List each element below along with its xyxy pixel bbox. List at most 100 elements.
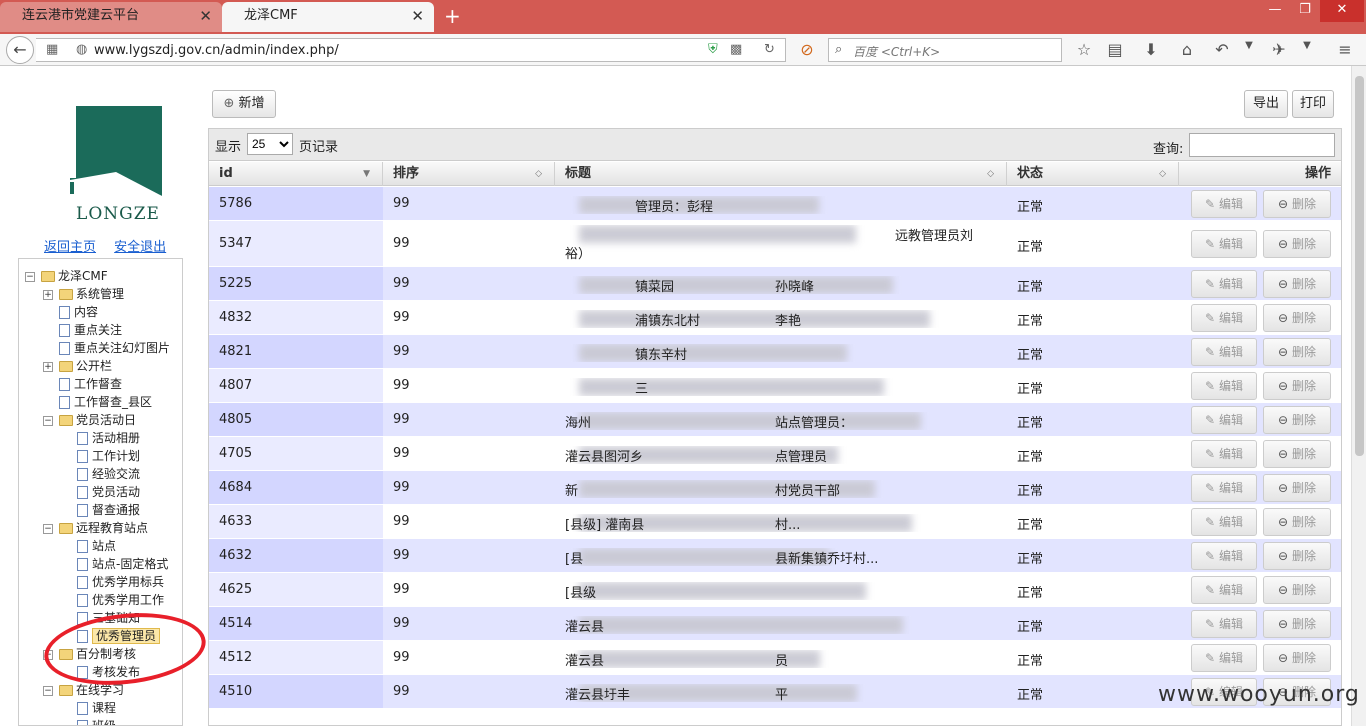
- tree-node-label[interactable]: 优秀学用工作: [92, 593, 164, 607]
- edit-button[interactable]: ✎ 编辑: [1191, 190, 1257, 218]
- tree-node-label[interactable]: 工作计划: [92, 449, 140, 463]
- chevron-down-icon[interactable]: ▼: [1296, 40, 1318, 51]
- tree-node[interactable]: 经验交流: [77, 465, 140, 483]
- delete-button[interactable]: ⊖ 删除: [1263, 270, 1331, 298]
- minimize-button[interactable]: —: [1260, 0, 1290, 22]
- scrollbar-thumb[interactable]: [1355, 76, 1364, 456]
- tree-node[interactable]: 内容: [59, 303, 98, 321]
- tree-node-label[interactable]: 优秀学用标兵: [92, 575, 164, 589]
- edit-button[interactable]: ✎ 编辑: [1191, 508, 1257, 536]
- bookmark-star-icon[interactable]: ☆: [1073, 40, 1095, 59]
- address-bar[interactable]: ▦ ◍ www.lygszdj.gov.cn/admin/index.php/ …: [36, 38, 786, 62]
- table-row[interactable]: 5225 99 镇菜园 孙晓峰 正常 ✎ 编辑 ⊖ 删除: [209, 267, 1341, 301]
- delete-button[interactable]: ⊖ 删除: [1263, 576, 1331, 604]
- shield-icon[interactable]: ⛨: [708, 42, 718, 57]
- table-row[interactable]: 4832 99 浦镇东北村 李艳 正常 ✎ 编辑 ⊖ 删除: [209, 301, 1341, 335]
- block-icon[interactable]: ⊘: [796, 40, 818, 59]
- delete-button[interactable]: ⊖ 删除: [1263, 372, 1331, 400]
- tree-node[interactable]: 督查通报: [77, 501, 140, 519]
- expand-icon[interactable]: +: [43, 361, 53, 372]
- tree-node[interactable]: 班级: [77, 717, 116, 725]
- menu-icon[interactable]: ≡: [1334, 40, 1356, 59]
- extension-icon[interactable]: ✈: [1268, 40, 1290, 59]
- add-button[interactable]: ⊕ 新增: [212, 90, 276, 118]
- edit-button[interactable]: ✎ 编辑: [1191, 644, 1257, 672]
- tree-node[interactable]: 工作计划: [77, 447, 140, 465]
- tree-node[interactable]: 重点关注幻灯图片: [59, 339, 170, 357]
- edit-button[interactable]: ✎ 编辑: [1191, 610, 1257, 638]
- tree-node[interactable]: 工作督查_县区: [59, 393, 152, 411]
- table-row[interactable]: 4807 99 三正常 ✎ 编辑 ⊖ 删除: [209, 369, 1341, 403]
- tree-node[interactable]: 优秀学用工作: [77, 591, 164, 609]
- tree-node-label[interactable]: 党员活动日: [76, 413, 136, 427]
- tree-node-label[interactable]: 系统管理: [76, 287, 124, 301]
- edit-button[interactable]: ✎ 编辑: [1191, 304, 1257, 332]
- tree-node[interactable]: − 党员活动日: [43, 411, 136, 429]
- header-status[interactable]: 状态 ◇: [1007, 162, 1179, 186]
- table-row[interactable]: 4633 99 [县级] 灌南县 村... 正常 ✎ 编辑 ⊖ 删除: [209, 505, 1341, 539]
- reading-list-icon[interactable]: ▤: [1104, 40, 1126, 59]
- page-size-select[interactable]: 25: [247, 133, 293, 155]
- header-title[interactable]: 标题 ◇: [555, 162, 1007, 186]
- tree-node[interactable]: 站点: [77, 537, 116, 555]
- edit-button[interactable]: ✎ 编辑: [1191, 338, 1257, 366]
- tree-node-label[interactable]: 龙泽CMF: [58, 269, 108, 283]
- table-row[interactable]: 4625 99 [县级 正常 ✎ 编辑 ⊖ 删除: [209, 573, 1341, 607]
- tree-node[interactable]: 党员活动: [77, 483, 140, 501]
- edit-button[interactable]: ✎ 编辑: [1191, 406, 1257, 434]
- print-button[interactable]: 打印: [1292, 90, 1334, 118]
- url-text[interactable]: www.lygszdj.gov.cn/admin/index.php/: [94, 43, 339, 58]
- chevron-down-icon[interactable]: ▼: [1238, 40, 1260, 51]
- reload-icon[interactable]: ↻: [764, 42, 775, 57]
- header-order[interactable]: 排序 ◇: [383, 162, 555, 186]
- tree-node[interactable]: + 系统管理: [43, 285, 124, 303]
- back-arrow-icon[interactable]: ←: [6, 36, 34, 64]
- collapse-icon[interactable]: −: [43, 685, 53, 696]
- edit-button[interactable]: ✎ 编辑: [1191, 372, 1257, 400]
- tree-node-label[interactable]: 在线学习: [76, 683, 124, 697]
- delete-button[interactable]: ⊖ 删除: [1263, 610, 1331, 638]
- tree-node[interactable]: 工作督查: [59, 375, 122, 393]
- delete-button[interactable]: ⊖ 删除: [1263, 338, 1331, 366]
- expand-icon[interactable]: +: [43, 289, 53, 300]
- tree-node-label[interactable]: 内容: [74, 305, 98, 319]
- home-icon[interactable]: ⌂: [1176, 40, 1198, 59]
- page-scrollbar[interactable]: [1351, 66, 1366, 726]
- tree-node-label[interactable]: 远程教育站点: [76, 521, 148, 535]
- delete-button[interactable]: ⊖ 删除: [1263, 474, 1331, 502]
- maximize-button[interactable]: ❐: [1290, 0, 1320, 22]
- table-row[interactable]: 4705 99 灌云县图河乡 点管理员 正常 ✎ 编辑 ⊖ 删除: [209, 437, 1341, 471]
- tree-node-label[interactable]: 督查通报: [92, 503, 140, 517]
- edit-button[interactable]: ✎ 编辑: [1191, 270, 1257, 298]
- sidebar-toggle-icon[interactable]: ▦: [46, 42, 58, 57]
- search-input[interactable]: ⌕ 百度 <Ctrl+K>: [828, 38, 1062, 62]
- tab-close-icon[interactable]: ✕: [411, 2, 424, 30]
- window-close-button[interactable]: ✕: [1320, 0, 1364, 22]
- tree-node[interactable]: 站点-固定格式: [77, 555, 168, 573]
- tree-node-label[interactable]: 活动相册: [92, 431, 140, 445]
- query-input[interactable]: [1189, 133, 1335, 157]
- table-row[interactable]: 4684 99 新村党员干部 正常 ✎ 编辑 ⊖ 删除: [209, 471, 1341, 505]
- tree-node-label[interactable]: 班级: [92, 719, 116, 725]
- tree-node-label[interactable]: 工作督查: [74, 377, 122, 391]
- table-row[interactable]: 4514 99 灌云县 正常 ✎ 编辑 ⊖ 删除: [209, 607, 1341, 641]
- delete-button[interactable]: ⊖ 删除: [1263, 542, 1331, 570]
- table-row[interactable]: 4805 99 海州 站点管理员： 正常 ✎ 编辑 ⊖ 删除: [209, 403, 1341, 437]
- export-button[interactable]: 导出: [1244, 90, 1288, 118]
- tree-node[interactable]: 课程: [77, 699, 116, 717]
- delete-button[interactable]: ⊖ 删除: [1263, 508, 1331, 536]
- edit-button[interactable]: ✎ 编辑: [1191, 230, 1257, 258]
- tree-node[interactable]: 活动相册: [77, 429, 140, 447]
- tab-lyg-party-cloud[interactable]: 连云港市党建云平台 ✕: [0, 2, 222, 32]
- header-id[interactable]: id ▼: [209, 162, 383, 186]
- table-row[interactable]: 4512 99 灌云县员正常 ✎ 编辑 ⊖ 删除: [209, 641, 1341, 675]
- logout-link[interactable]: 安全退出: [114, 240, 166, 255]
- tree-node-label[interactable]: 经验交流: [92, 467, 140, 481]
- tree-node[interactable]: 重点关注: [59, 321, 122, 339]
- tab-longze-cmf[interactable]: 龙泽CMF ✕: [222, 2, 434, 32]
- edit-button[interactable]: ✎ 编辑: [1191, 576, 1257, 604]
- download-icon[interactable]: ⬇: [1140, 40, 1162, 59]
- undo-icon[interactable]: ↶: [1211, 40, 1233, 59]
- tree-node-label[interactable]: 课程: [92, 701, 116, 715]
- tree-node[interactable]: − 远程教育站点: [43, 519, 148, 537]
